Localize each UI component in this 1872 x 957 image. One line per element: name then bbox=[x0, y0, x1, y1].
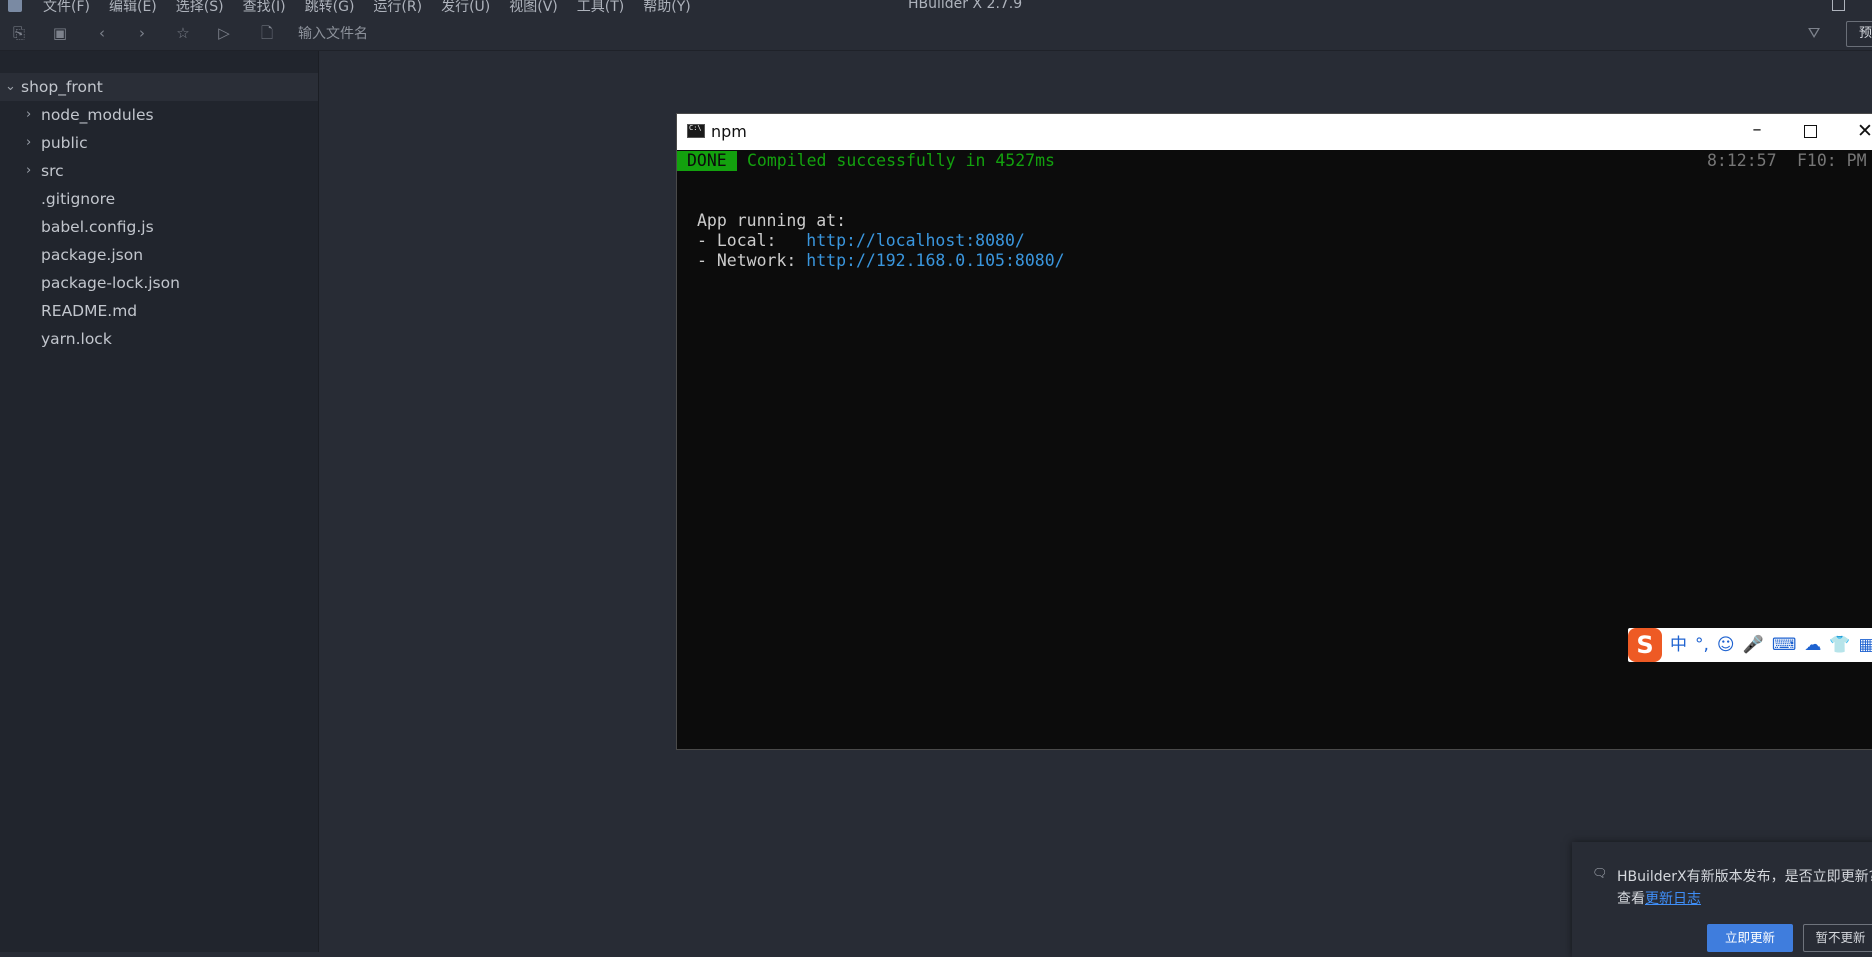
tree-item-label: README.md bbox=[41, 302, 138, 320]
tree-item-label: package.json bbox=[41, 246, 144, 264]
menu-run[interactable]: 运行(R) bbox=[373, 0, 422, 16]
back-icon[interactable]: ‹ bbox=[93, 24, 111, 42]
tree-folder-public[interactable]: › public bbox=[0, 129, 318, 157]
notification-message: HBuilderX有新版本发布，是否立即更新? bbox=[1617, 869, 1872, 885]
file-search-icon[interactable]: 🗋 bbox=[258, 24, 276, 42]
network-line: - Network: http://192.168.0.105:8080/ bbox=[697, 251, 1065, 271]
ime-keyboard-icon[interactable]: ⌨ bbox=[1772, 634, 1797, 656]
local-line: - Local: http://localhost:8080/ bbox=[697, 231, 1025, 251]
compile-time: 8:12:57 bbox=[1707, 151, 1777, 170]
maximize-icon[interactable] bbox=[1804, 125, 1817, 138]
menu-select[interactable]: 选择(S) bbox=[176, 0, 224, 16]
network-url-link[interactable]: http://192.168.0.105:8080/ bbox=[806, 251, 1064, 270]
restore-window-icon[interactable] bbox=[1832, 0, 1845, 11]
network-label: - Network: bbox=[697, 251, 807, 270]
project-name: shop_front bbox=[21, 78, 103, 96]
preview-button[interactable]: 预览 bbox=[1846, 21, 1872, 47]
filter-icon[interactable]: ⛛ bbox=[1805, 24, 1823, 42]
menu-edit[interactable]: 编辑(E) bbox=[109, 0, 157, 16]
npm-window-title: npm bbox=[711, 122, 747, 141]
local-url-link[interactable]: http://localhost:8080/ bbox=[806, 231, 1025, 250]
update-notification: 🗨 HBuilderX有新版本发布，是否立即更新? 查看更新日志 立即更新 暂不… bbox=[1572, 842, 1872, 957]
run-icon[interactable]: ▷ bbox=[215, 24, 233, 42]
project-sidebar: ⌄ shop_front › node_modules › public › s… bbox=[0, 51, 319, 952]
tree-file-readme[interactable]: README.md bbox=[0, 297, 318, 325]
menu-tools[interactable]: 工具(T) bbox=[577, 0, 624, 16]
tree-item-label: src bbox=[41, 162, 64, 180]
update-later-button[interactable]: 暂不更新 bbox=[1803, 924, 1872, 952]
ime-skin-icon[interactable]: 👕 bbox=[1829, 634, 1850, 656]
save-icon[interactable]: ▣ bbox=[51, 24, 69, 42]
ime-emoji-icon[interactable]: ☺ bbox=[1717, 634, 1735, 656]
chevron-right-icon: › bbox=[26, 163, 32, 178]
project-root[interactable]: ⌄ shop_front bbox=[0, 73, 318, 101]
tree-item-label: package-lock.json bbox=[41, 274, 180, 292]
menu-find[interactable]: 查找(I) bbox=[243, 0, 286, 16]
chevron-right-icon: › bbox=[26, 107, 32, 122]
chevron-right-icon: › bbox=[26, 135, 32, 150]
cmd-icon bbox=[687, 124, 705, 138]
tree-item-label: babel.config.js bbox=[41, 218, 154, 236]
filename-input[interactable] bbox=[296, 23, 600, 45]
tree-item-label: node_modules bbox=[41, 106, 154, 124]
compiled-message: Compiled successfully in 4527ms bbox=[747, 151, 1055, 170]
ime-chinese-mode[interactable]: 中 bbox=[1670, 634, 1687, 656]
tree-file-package-json[interactable]: package.json bbox=[0, 241, 318, 269]
notification-changelog-line: 查看更新日志 bbox=[1617, 888, 1701, 908]
ime-items: 中 °, ☺ 🎤 ⌨ ☁ 👕 ▦ bbox=[1670, 634, 1872, 656]
menu-file[interactable]: 文件(F) bbox=[43, 0, 90, 16]
tree-file-babel-config[interactable]: babel.config.js bbox=[0, 213, 318, 241]
app-running-text: App running at: bbox=[697, 211, 847, 230]
new-file-icon[interactable]: ⎘ bbox=[10, 24, 28, 42]
ime-toolbox-icon[interactable]: ▦ bbox=[1859, 634, 1872, 656]
ime-punctuation-icon[interactable]: °, bbox=[1695, 634, 1709, 656]
npm-titlebar[interactable]: npm – ✕ bbox=[677, 114, 1872, 150]
hbuilder-logo-icon bbox=[8, 0, 22, 12]
menu-view[interactable]: 视图(V) bbox=[509, 0, 558, 16]
tree-file-gitignore[interactable]: .gitignore bbox=[0, 185, 318, 213]
message-icon: 🗨 bbox=[1592, 866, 1608, 880]
tree-file-yarn-lock[interactable]: yarn.lock bbox=[0, 325, 318, 353]
star-icon[interactable]: ☆ bbox=[174, 24, 192, 42]
tree-folder-node_modules[interactable]: › node_modules bbox=[0, 101, 318, 129]
minimize-icon[interactable]: – bbox=[1743, 118, 1771, 146]
forward-icon[interactable]: › bbox=[133, 24, 151, 42]
tree-file-package-lock[interactable]: package-lock.json bbox=[0, 269, 318, 297]
chevron-down-icon: ⌄ bbox=[5, 79, 16, 94]
update-now-button[interactable]: 立即更新 bbox=[1707, 924, 1793, 952]
ime-toolbar[interactable]: S 中 °, ☺ 🎤 ⌨ ☁ 👕 ▦ bbox=[1628, 628, 1872, 662]
menu-bar: 文件(F) 编辑(E) 选择(S) 查找(I) 跳转(G) 运行(R) 发行(U… bbox=[0, 0, 1872, 16]
close-icon[interactable]: ✕ bbox=[1857, 118, 1872, 146]
menu-help[interactable]: 帮助(Y) bbox=[643, 0, 690, 16]
f10-status: F10: PM bbox=[1797, 151, 1867, 170]
tree-item-label: yarn.lock bbox=[41, 330, 112, 348]
sogou-logo-icon[interactable]: S bbox=[1628, 628, 1662, 662]
ime-cloud-icon[interactable]: ☁ bbox=[1804, 634, 1821, 656]
menu-list: 文件(F) 编辑(E) 选择(S) 查找(I) 跳转(G) 运行(R) 发行(U… bbox=[43, 0, 691, 16]
changelog-prefix: 查看 bbox=[1617, 891, 1645, 907]
tree-item-label: .gitignore bbox=[41, 190, 116, 208]
changelog-link[interactable]: 更新日志 bbox=[1645, 891, 1701, 907]
tree-item-label: public bbox=[41, 134, 88, 152]
menu-goto[interactable]: 跳转(G) bbox=[305, 0, 355, 16]
toolbar: ⎘ ▣ ‹ › ☆ ▷ 🗋 ⛛ 预览 bbox=[0, 16, 1872, 51]
ime-voice-icon[interactable]: 🎤 bbox=[1743, 634, 1764, 656]
menu-publish[interactable]: 发行(U) bbox=[441, 0, 490, 16]
app-title: HBuilder X 2.7.9 bbox=[908, 0, 1023, 12]
done-badge: DONE bbox=[677, 151, 737, 171]
local-label: - Local: bbox=[697, 231, 807, 250]
tree-folder-src[interactable]: › src bbox=[0, 157, 318, 185]
